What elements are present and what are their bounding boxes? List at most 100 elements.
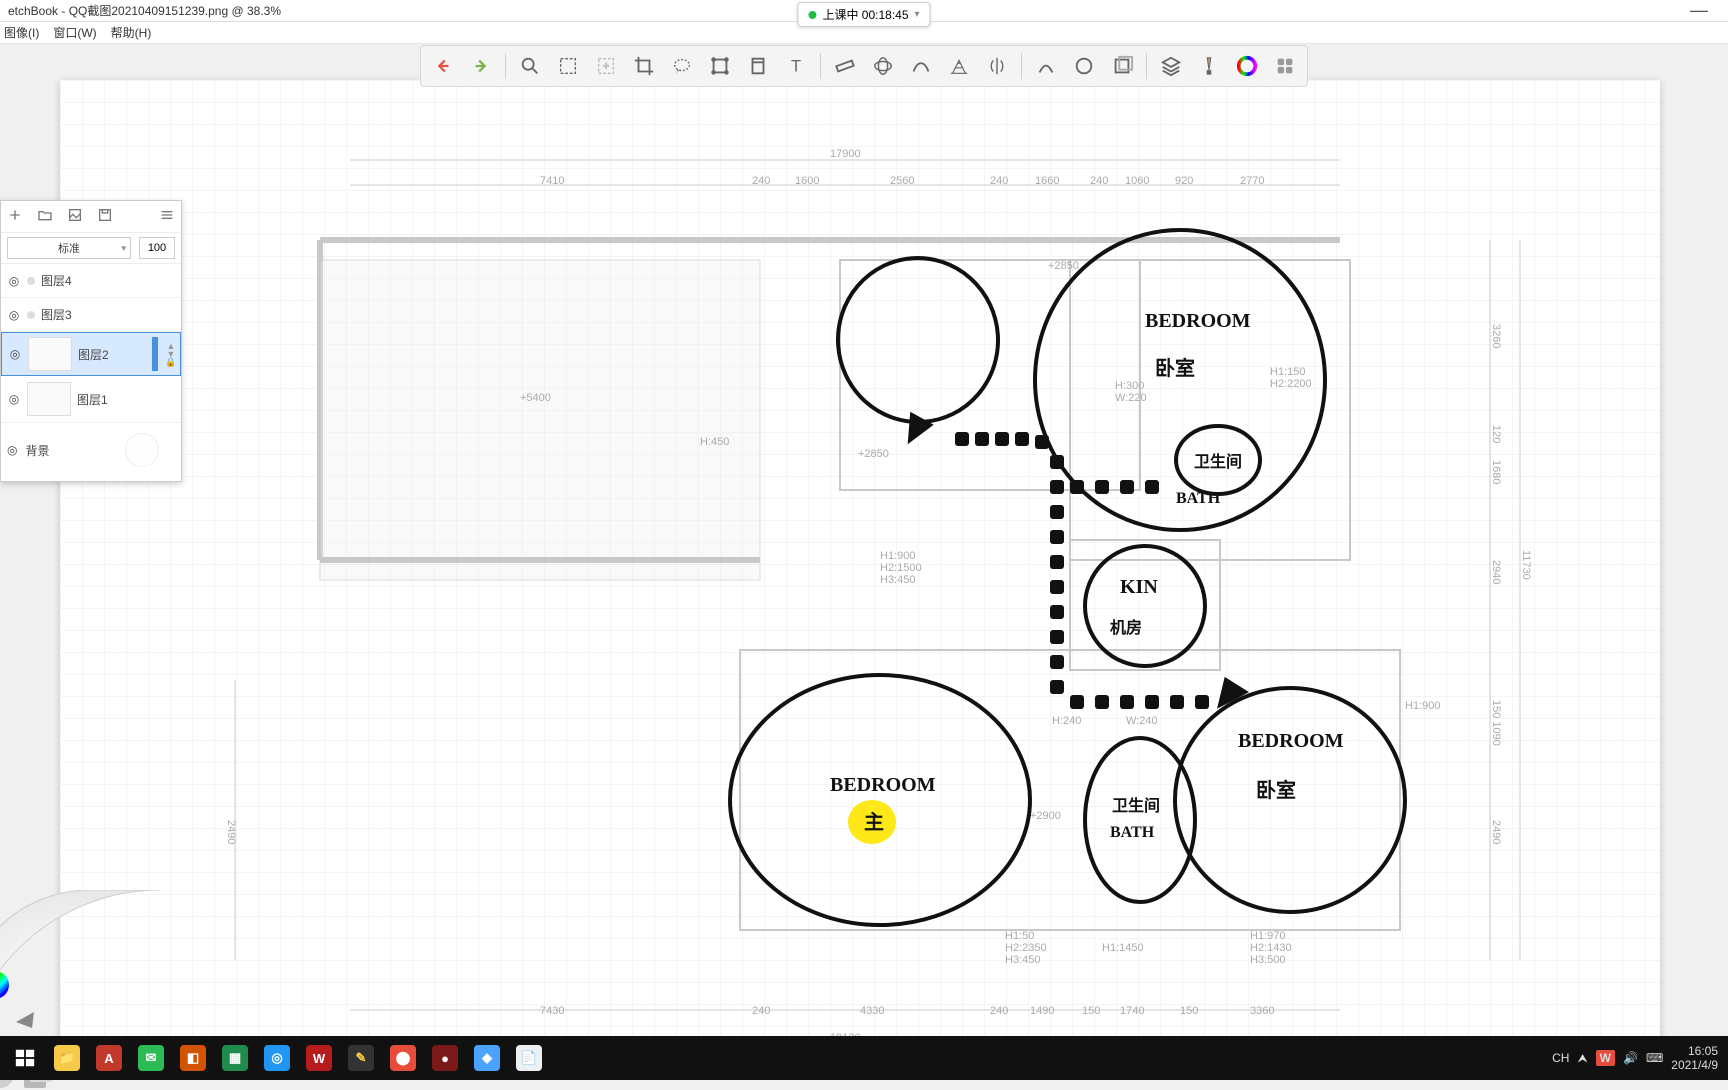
curve-guide-button[interactable] (905, 50, 937, 82)
menu-icon[interactable] (159, 207, 175, 226)
symmetry-button[interactable] (981, 50, 1013, 82)
layer-name: 图层1 (77, 391, 108, 408)
layers-panel[interactable]: 标准 ◎ 图层4 ◎ 图层3 ◎ 图层2 ▲▼🔒 ◎ 图层1 ◎ 背景 (0, 200, 182, 482)
taskbar-record[interactable]: ⬤ (382, 1037, 424, 1079)
brush-button[interactable] (1193, 50, 1225, 82)
save-icon[interactable] (97, 207, 113, 226)
label-bedroom2b: 主 (864, 806, 884, 835)
line-shape-button[interactable] (1030, 50, 1062, 82)
dim: 2560 (890, 175, 914, 187)
tray-ime[interactable]: CH (1552, 1051, 1569, 1065)
menu-window[interactable]: 窗口(W) (53, 24, 96, 41)
select-rect-button[interactable] (552, 50, 584, 82)
crop-button[interactable] (628, 50, 660, 82)
visibility-icon[interactable]: ◎ (8, 347, 22, 361)
taskbar-app-blue[interactable]: ◆ (466, 1037, 508, 1079)
canvas-area[interactable]: 17900 7410 240 1600 2560 240 1660 240 10… (0, 44, 1728, 1036)
layer-item-4[interactable]: ◎ 图层4 (1, 264, 181, 298)
label-bedroom1: BEDROOM (1145, 310, 1251, 333)
undo-button[interactable] (427, 50, 459, 82)
label-bedroom3: BEDROOM (1238, 730, 1344, 753)
dim: 240 (1090, 175, 1108, 187)
transform-button[interactable] (704, 50, 736, 82)
dim: H1:50 H2:2350 H3:450 (1005, 930, 1047, 966)
dim: 3260 (1490, 324, 1502, 348)
layer-item-1[interactable]: ◎ 图层1 (1, 376, 181, 423)
tray-sound-icon[interactable]: 🔊 (1623, 1051, 1638, 1065)
system-tray[interactable]: CH ⮝ W 🔊 ⌨ 16:05 2021/4/9 (1552, 1044, 1724, 1072)
zoom-button[interactable] (514, 50, 546, 82)
redo-button[interactable] (465, 50, 497, 82)
taskbar-autocad[interactable]: A (88, 1037, 130, 1079)
canvas-paper: 17900 7410 240 1600 2560 240 1660 240 10… (60, 80, 1660, 1036)
poly-shape-button[interactable] (1106, 50, 1138, 82)
dim: 240 (752, 1005, 770, 1017)
layer-name: 图层2 (78, 348, 109, 362)
tray-clock[interactable]: 16:05 2021/4/9 (1671, 1044, 1718, 1072)
taskbar-chat[interactable]: ◎ (256, 1037, 298, 1079)
main-toolbar: + T (420, 45, 1308, 87)
dim: W:240 (1126, 715, 1158, 727)
lasso-button[interactable] (666, 50, 698, 82)
menu-image[interactable]: 图像(I) (4, 24, 39, 41)
ruler-button[interactable] (829, 50, 861, 82)
visibility-icon[interactable]: ◎ (7, 274, 21, 288)
dim: 11730 (1520, 550, 1532, 580)
dim: 240 (752, 175, 770, 187)
dim: H:300 W:220 (1115, 380, 1147, 404)
layer-arrows[interactable]: ▲▼🔒 (164, 342, 178, 366)
image-icon[interactable] (67, 207, 83, 226)
taskbar-wechat[interactable]: ✉ (130, 1037, 172, 1079)
label-bath2: 卫生间 (1112, 792, 1160, 816)
taskbar-record2[interactable]: ● (424, 1037, 466, 1079)
folder-icon[interactable] (37, 207, 53, 226)
dim: +2850 (858, 448, 889, 460)
menu-help[interactable]: 帮助(H) (111, 24, 152, 41)
windows-taskbar: 📁 A ✉ ◧ ▦ ◎ W ✎ ⬤ ● ◆ 📄 CH ⮝ W 🔊 ⌨ 16:05… (0, 1036, 1728, 1080)
ellipse-guide-button[interactable] (867, 50, 899, 82)
visibility-icon[interactable]: ◎ (7, 308, 21, 322)
layer-background[interactable]: ◎ 背景 (1, 423, 181, 481)
dim: 1600 (795, 175, 819, 187)
recording-indicator[interactable]: 上课中 00:18:45 ▾ (797, 2, 930, 27)
text-button[interactable]: T (780, 50, 812, 82)
color-wheel-button[interactable] (1231, 50, 1263, 82)
layers-button[interactable] (1155, 50, 1187, 82)
window-title: etchBook - QQ截图20210409151239.png @ 38.3… (8, 2, 281, 19)
select-add-button[interactable]: + (590, 50, 622, 82)
dim: 17900 (830, 148, 861, 160)
color-wheel-icon[interactable] (0, 971, 9, 999)
dim: 1060 (1125, 175, 1149, 187)
svg-text:+: + (603, 61, 608, 71)
taskbar-excel[interactable]: ▦ (214, 1037, 256, 1079)
fill-button[interactable] (742, 50, 774, 82)
taskbar-wps[interactable]: W (298, 1037, 340, 1079)
tray-arrow-icon[interactable]: ⮝ (1577, 1051, 1587, 1066)
dim: 150 (1082, 1005, 1100, 1017)
layer-item-3[interactable]: ◎ 图层3 (1, 298, 181, 332)
tray-ime-icon[interactable]: ⌨ (1646, 1051, 1663, 1065)
layer-item-2-selected[interactable]: ◎ 图层2 ▲▼🔒 (1, 332, 181, 376)
dim: 120 (1490, 425, 1502, 443)
cursor-icon[interactable] (16, 1012, 34, 1028)
label-bath1b: BATH (1176, 490, 1220, 508)
taskbar-notes[interactable]: 📄 (508, 1037, 550, 1079)
tray-badge[interactable]: W (1596, 1050, 1615, 1066)
minimize-button[interactable]: — (1690, 0, 1708, 21)
taskbar-file-explorer[interactable]: 📁 (46, 1037, 88, 1079)
add-layer-icon[interactable] (7, 207, 23, 226)
visibility-icon[interactable]: ◎ (7, 392, 21, 406)
visibility-icon[interactable]: ◎ (7, 443, 17, 457)
dim: 7410 (540, 175, 564, 187)
taskbar-sketchup[interactable]: ◧ (172, 1037, 214, 1079)
grid-view-button[interactable] (1269, 50, 1301, 82)
bg-color-swatch[interactable] (125, 433, 159, 467)
start-button[interactable] (4, 1037, 46, 1079)
blend-mode-select[interactable]: 标准 (7, 237, 131, 259)
dim: 3360 (1250, 1005, 1274, 1017)
perspective-button[interactable] (943, 50, 975, 82)
taskbar-sketchbook[interactable]: ✎ (340, 1037, 382, 1079)
opacity-input[interactable] (139, 237, 175, 259)
dim: 1740 (1120, 1005, 1144, 1017)
circle-shape-button[interactable] (1068, 50, 1100, 82)
